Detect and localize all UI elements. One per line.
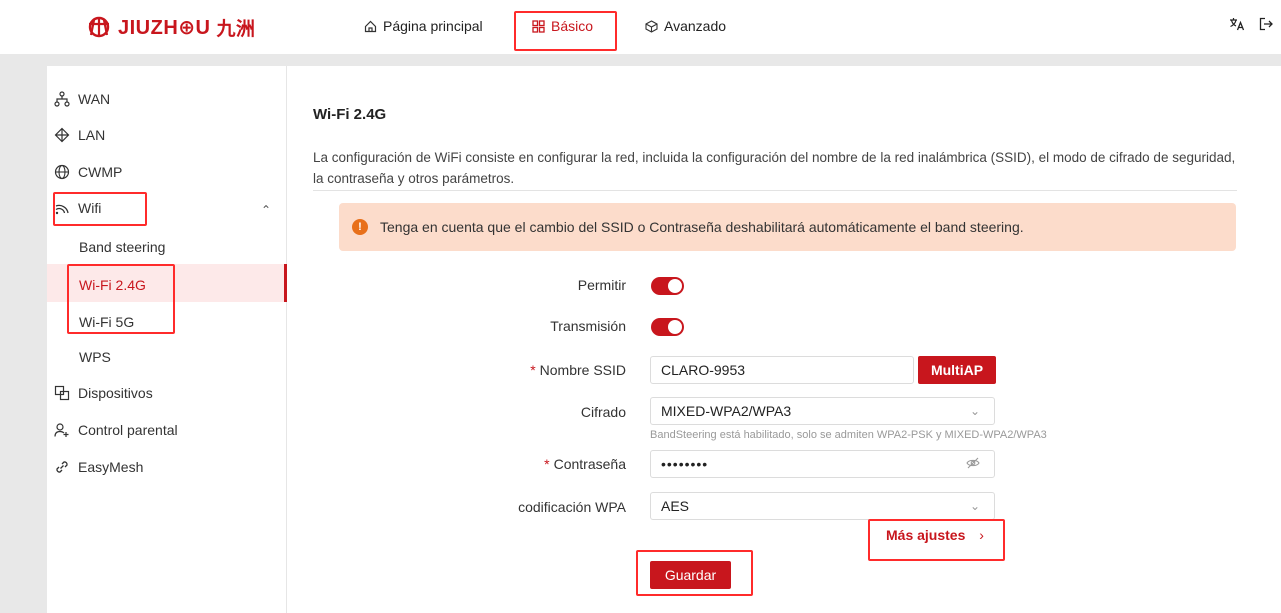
sidebar-item-wifi[interactable]: Wifi (54, 196, 101, 220)
sidebar-item-lan[interactable]: LAN (54, 123, 105, 147)
chevron-up-icon[interactable]: ⌃ (261, 203, 271, 217)
sidebar-subitem-wifi-24g[interactable]: Wi-Fi 2.4G (79, 273, 146, 297)
nav-home[interactable]: Página principal (364, 18, 483, 34)
page-title: Wi-Fi 2.4G (313, 106, 387, 123)
subitem-label: Wi-Fi 5G (79, 314, 135, 330)
permitir-toggle[interactable] (651, 277, 684, 295)
subitem-label: Wi-Fi 2.4G (79, 277, 146, 293)
ssid-label-text: Nombre SSID (539, 362, 626, 378)
eye-off-icon[interactable] (966, 457, 980, 472)
network-icon (54, 91, 70, 107)
nav-basic[interactable]: Básico (532, 18, 593, 34)
ssid-label: * Nombre SSID (426, 362, 626, 378)
link-icon (56, 461, 68, 473)
lan-icon (54, 127, 70, 143)
sidebar-item-label: Wifi (78, 200, 102, 216)
notice-banner: ! Tenga en cuenta que el cambio del SSID… (339, 203, 1236, 251)
sidebar-item-label: CWMP (78, 164, 123, 180)
sidebar-item-label: LAN (78, 127, 106, 143)
nav-home-label: Página principal (383, 18, 483, 34)
sidebar-item-label: EasyMesh (78, 459, 144, 475)
cifrado-select[interactable]: MIXED-WPA2/WPA3 ⌄ (650, 397, 995, 425)
grid-icon (532, 19, 545, 33)
subitem-label: WPS (79, 349, 111, 365)
ssid-input[interactable]: CLARO-9953 (650, 356, 914, 384)
nav-advanced-label: Avanzado (664, 18, 727, 34)
sidebar-subitem-wifi-5g[interactable]: Wi-Fi 5G (79, 310, 134, 334)
required-mark: * (530, 362, 536, 378)
brand-name-cn: 九洲 (216, 18, 256, 40)
sidebar-item-label: WAN (78, 91, 111, 107)
warning-icon: ! (352, 219, 368, 235)
header-separator (0, 54, 1281, 66)
wpa-select[interactable]: AES ⌄ (650, 492, 995, 520)
cifrado-hint: BandSteering está habilitado, solo se ad… (650, 429, 1047, 441)
cube-icon (645, 19, 658, 33)
more-settings-link[interactable]: Más ajustes › (886, 527, 984, 543)
password-label-text: Contraseña (553, 456, 626, 472)
chevron-down-icon: ⌄ (969, 499, 980, 513)
sidebar-item-control-parental[interactable]: Control parental (54, 418, 178, 442)
page-description: La configuración de WiFi consiste en con… (313, 150, 1236, 186)
permitir-label: Permitir (577, 277, 626, 293)
header-actions (1229, 17, 1273, 31)
wifi-icon (55, 204, 69, 215)
devices-icon (54, 385, 70, 401)
notice-text: Tenga en cuenta que el cambio del SSID o… (380, 219, 1024, 235)
section-divider (313, 190, 1237, 191)
sidebar-item-wan[interactable]: WAN (54, 87, 110, 111)
top-header: JIUZH⊕U 九洲 Página principal Básico Avanz… (0, 0, 1281, 54)
brand-name: JIUZH⊕U (118, 16, 211, 39)
brand-logo: JIUZH⊕U 九洲 (86, 14, 256, 40)
home-icon (364, 20, 377, 32)
brand-mark-icon (88, 16, 110, 38)
nav-advanced[interactable]: Avanzado (645, 18, 726, 34)
ssid-value: CLARO-9953 (661, 362, 746, 378)
logout-icon[interactable] (1259, 17, 1273, 31)
wpa-value: AES (661, 498, 690, 514)
left-gutter (0, 54, 47, 613)
cifrado-value: MIXED-WPA2/WPA3 (661, 403, 792, 419)
save-button[interactable]: Guardar (650, 561, 731, 589)
multiap-button[interactable]: MultiAP (918, 356, 996, 384)
sidebar-item-dispositivos[interactable]: Dispositivos (54, 381, 153, 405)
transmision-toggle[interactable] (651, 318, 684, 336)
language-icon[interactable] (1229, 17, 1245, 31)
sidebar-subitem-band-steering[interactable]: Band steering (79, 235, 165, 259)
password-value: •••••••• (661, 456, 709, 472)
more-settings-label: Más ajustes (886, 527, 966, 543)
sidebar-item-label: Control parental (78, 422, 178, 438)
transmision-label: Transmisión (550, 318, 626, 334)
parental-icon (54, 423, 69, 437)
password-label: * Contraseña (426, 456, 626, 472)
subitem-label: Band steering (79, 239, 166, 255)
password-input[interactable]: •••••••• (650, 450, 995, 478)
sidebar-subitem-wps[interactable]: WPS (79, 345, 111, 369)
main-content: Wi-Fi 2.4G La configuración de WiFi cons… (288, 66, 1281, 613)
sidebar: WAN LAN CWMP Wifi ⌃ Band steering Wi-Fi … (47, 66, 287, 613)
chevron-down-icon: ⌄ (969, 404, 980, 418)
sidebar-item-label: Dispositivos (78, 385, 153, 401)
wpa-label: codificación WPA (518, 499, 626, 515)
sidebar-item-cwmp[interactable]: CWMP (54, 160, 122, 184)
nav-basic-label: Básico (551, 18, 594, 34)
chevron-right-icon: › (979, 527, 984, 543)
required-mark: * (544, 456, 550, 472)
globe-icon (54, 164, 70, 180)
sidebar-item-easymesh[interactable]: EasyMesh (54, 455, 143, 479)
cifrado-label: Cifrado (580, 404, 626, 420)
